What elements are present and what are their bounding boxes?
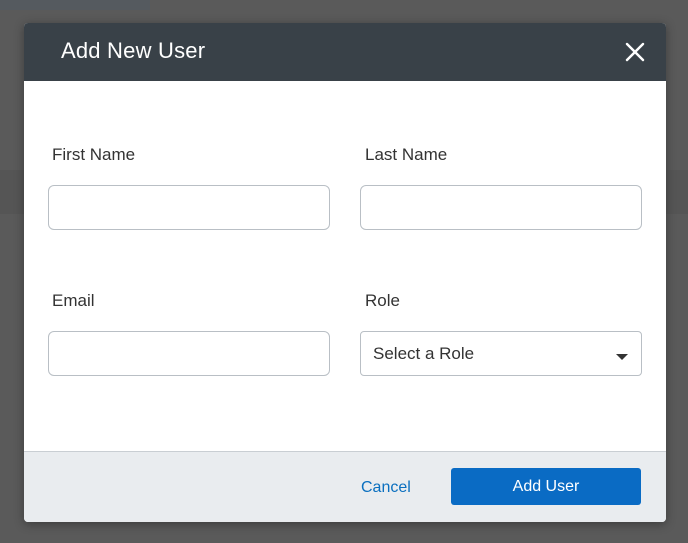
first-name-label: First Name xyxy=(52,145,136,164)
email-label: Email xyxy=(52,291,95,310)
dialog-footer: Cancel Add User xyxy=(24,451,666,522)
role-select[interactable]: Select a Role xyxy=(360,331,642,376)
close-icon xyxy=(625,42,645,62)
add-user-dialog: Add New User First Name Last Name Email … xyxy=(24,23,666,522)
role-label: Role xyxy=(365,291,400,310)
first-name-input[interactable] xyxy=(48,185,330,230)
add-user-button[interactable]: Add User xyxy=(451,468,641,505)
dialog-header: Add New User xyxy=(24,23,666,81)
cancel-button[interactable]: Cancel xyxy=(361,479,411,497)
last-name-label: Last Name xyxy=(365,145,448,164)
email-input[interactable] xyxy=(48,331,330,376)
last-name-input[interactable] xyxy=(360,185,642,230)
chevron-down-icon xyxy=(616,354,628,360)
dialog-title: Add New User xyxy=(61,38,206,63)
role-select-value: Select a Role xyxy=(373,344,475,363)
close-button[interactable] xyxy=(624,41,646,63)
